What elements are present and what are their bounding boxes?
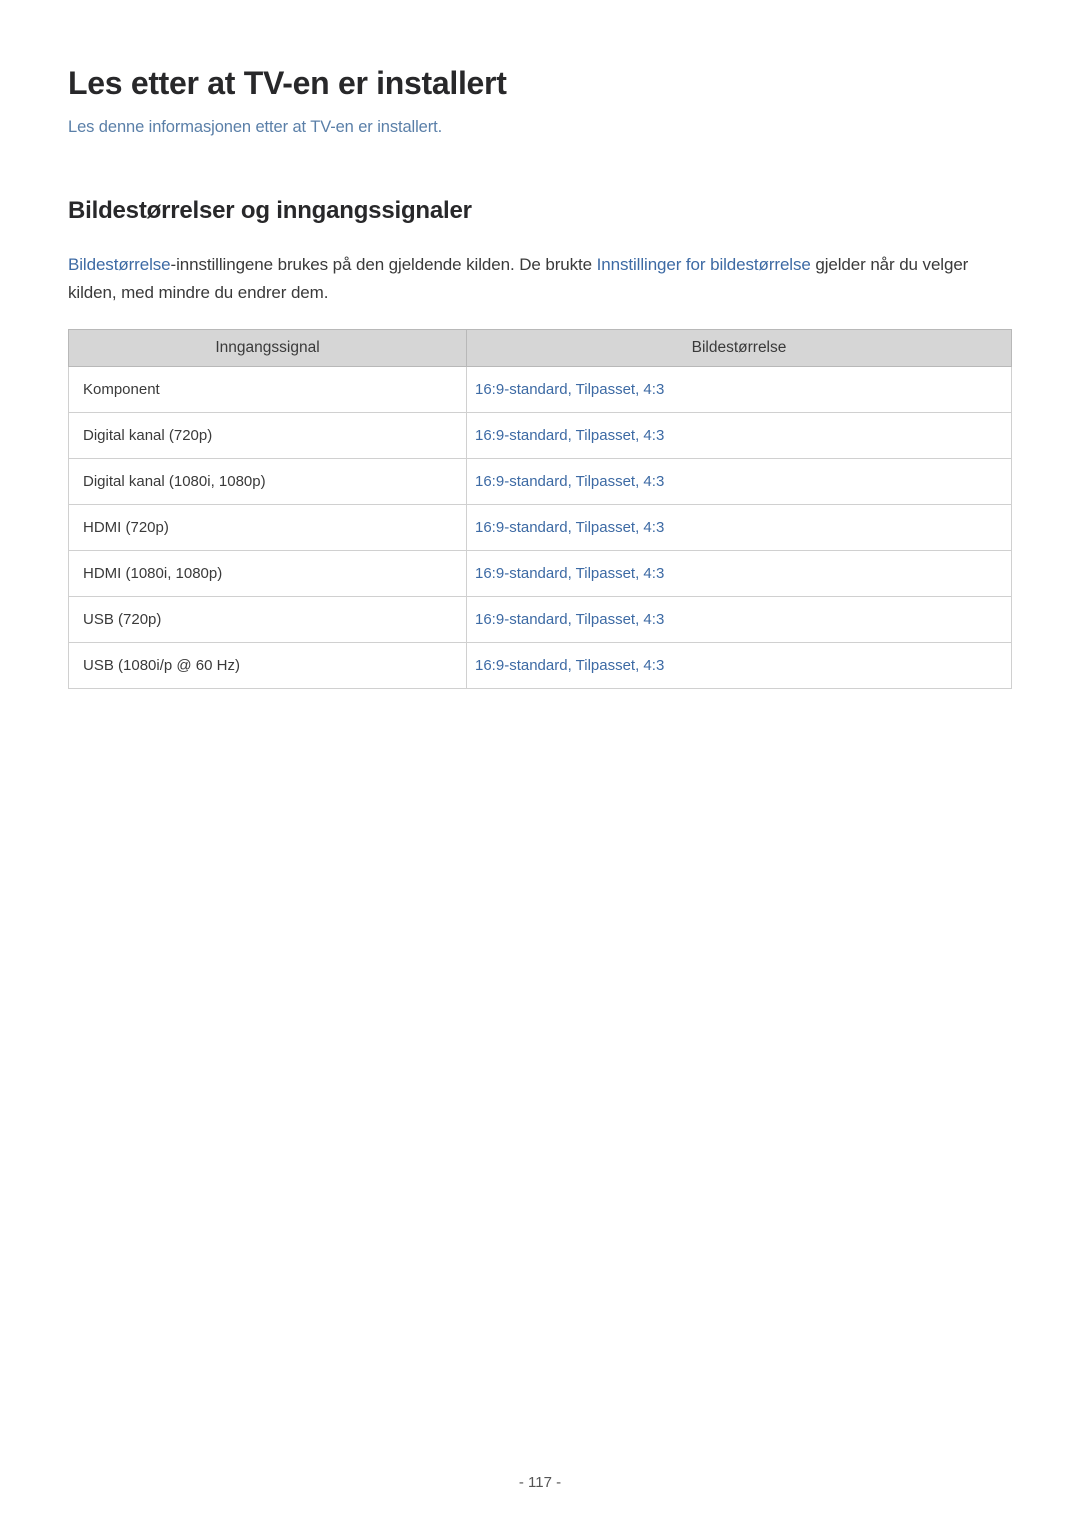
size-cell: 16:9-standard, Tilpasset, 4:3 [467,551,1012,597]
section-heading: Bildestørrelser og inngangssignaler [68,197,1012,225]
intro-link-1: Bildestørrelse [68,255,171,274]
table-header-signal: Inngangssignal [69,330,467,367]
size-cell: 16:9-standard, Tilpasset, 4:3 [467,459,1012,505]
table-row: USB (720p)16:9-standard, Tilpasset, 4:3 [69,597,1012,643]
intro-paragraph: Bildestørrelse-innstillingene brukes på … [68,251,1012,307]
table-header-row: Inngangssignal Bildestørrelse [69,330,1012,367]
table-header-size: Bildestørrelse [467,330,1012,367]
table-row: HDMI (1080i, 1080p)16:9-standard, Tilpas… [69,551,1012,597]
size-cell: 16:9-standard, Tilpasset, 4:3 [467,643,1012,689]
signal-cell: HDMI (720p) [69,505,467,551]
table-row: Digital kanal (1080i, 1080p)16:9-standar… [69,459,1012,505]
intro-link-2: Innstillinger for bildestørrelse [597,255,811,274]
signal-cell: Komponent [69,367,467,413]
signal-table: Inngangssignal Bildestørrelse Komponent1… [68,329,1012,689]
size-cell: 16:9-standard, Tilpasset, 4:3 [467,505,1012,551]
signal-cell: Digital kanal (1080i, 1080p) [69,459,467,505]
table-row: Digital kanal (720p)16:9-standard, Tilpa… [69,413,1012,459]
table-row: USB (1080i/p @ 60 Hz)16:9-standard, Tilp… [69,643,1012,689]
page-number: - 117 - [0,1474,1080,1491]
size-cell: 16:9-standard, Tilpasset, 4:3 [467,367,1012,413]
signal-cell: USB (1080i/p @ 60 Hz) [69,643,467,689]
signal-cell: Digital kanal (720p) [69,413,467,459]
page-subtitle: Les denne informasjonen etter at TV-en e… [68,118,1012,137]
size-cell: 16:9-standard, Tilpasset, 4:3 [467,597,1012,643]
size-cell: 16:9-standard, Tilpasset, 4:3 [467,413,1012,459]
signal-cell: USB (720p) [69,597,467,643]
page-title: Les etter at TV-en er installert [68,65,1012,102]
table-row: HDMI (720p)16:9-standard, Tilpasset, 4:3 [69,505,1012,551]
table-row: Komponent16:9-standard, Tilpasset, 4:3 [69,367,1012,413]
intro-text-1: -innstillingene brukes på den gjeldende … [171,255,597,274]
signal-cell: HDMI (1080i, 1080p) [69,551,467,597]
